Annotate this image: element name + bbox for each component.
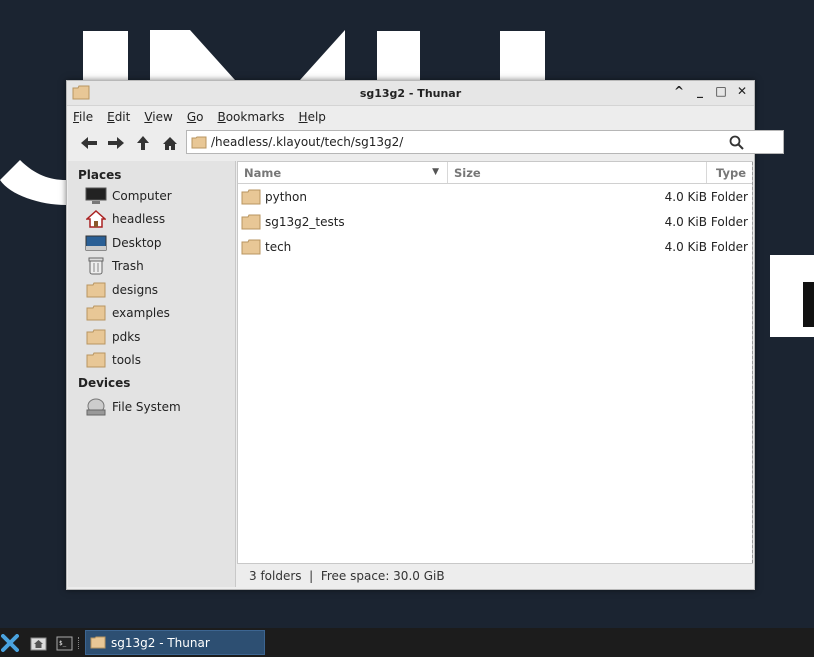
folder-icon — [241, 239, 261, 254]
search-icon — [729, 135, 744, 150]
file-type: Folder — [710, 214, 748, 229]
file-type: Folder — [710, 239, 748, 254]
file-size: 4.0 KiB — [664, 189, 707, 204]
file-row-python[interactable]: python 4.0 KiB Folder — [238, 184, 752, 209]
wallpaper-shape — [0, 150, 66, 205]
terminal-button[interactable]: $_ — [55, 633, 73, 653]
svg-text:$_: $_ — [59, 640, 67, 647]
home-icon — [85, 210, 107, 228]
location-bar[interactable]: /headless/.klayout/tech/sg13g2/ — [186, 130, 784, 154]
status-bar: 3 folders | Free space: 30.0 GiB — [237, 564, 753, 588]
file-name: python — [265, 189, 307, 204]
menu-bookmarks[interactable]: Bookmarks — [217, 110, 284, 124]
file-size: 4.0 KiB — [664, 214, 707, 229]
pane-edge — [752, 162, 753, 563]
taskbar-separator — [78, 637, 80, 649]
taskbar-window-label: sg13g2 - Thunar — [111, 635, 210, 650]
sidebar-item-headless[interactable]: headless — [68, 208, 235, 232]
sidebar-item-examples[interactable]: examples — [68, 302, 235, 326]
sort-down-icon: ▼ — [432, 167, 439, 177]
status-text: 3 folders | Free space: 30.0 GiB — [249, 569, 445, 583]
folder-icon — [191, 136, 207, 148]
shade-button[interactable]: ^ — [673, 84, 685, 98]
folder-icon — [72, 85, 90, 100]
folder-icon — [241, 189, 261, 204]
menu-go[interactable]: Go — [187, 110, 204, 124]
home-icon — [162, 136, 177, 150]
file-name: tech — [265, 239, 292, 254]
wallpaper-shape — [500, 31, 545, 83]
maximize-button[interactable]: □ — [715, 84, 727, 98]
taskbar: $_ sg13g2 - Thunar — [0, 628, 814, 657]
menu-help[interactable]: Help — [299, 110, 326, 124]
file-list: Name ▼ Size Type python 4.0 KiB Folder s… — [237, 161, 753, 564]
places-header: Places — [78, 168, 122, 182]
wallpaper-shape — [377, 31, 420, 83]
folder-icon — [90, 636, 106, 649]
window-title: sg13g2 - Thunar — [359, 86, 462, 100]
column-name[interactable]: Name ▼ — [238, 162, 448, 183]
menu-bar: File Edit View Go Bookmarks Help — [67, 106, 754, 128]
home-folder-icon — [30, 637, 46, 650]
column-header: Name ▼ Size Type — [238, 162, 752, 184]
sidebar: Places Computer headless Desktop Trash d… — [68, 161, 236, 587]
desktop-icon — [85, 234, 107, 252]
sidebar-item-file-system[interactable]: File System — [68, 395, 235, 419]
wallpaper-shape — [803, 282, 814, 327]
devices-header: Devices — [78, 376, 131, 390]
sidebar-item-designs[interactable]: designs — [68, 278, 235, 302]
toolbar: /headless/.klayout/tech/sg13g2/ — [67, 128, 784, 158]
xfce-menu-button[interactable] — [1, 633, 19, 653]
terminal-icon: $_ — [56, 636, 72, 650]
minimize-button[interactable]: _ — [694, 84, 706, 98]
menu-file[interactable]: File — [73, 110, 93, 124]
drive-icon — [85, 398, 107, 416]
sidebar-item-tools[interactable]: tools — [68, 349, 235, 373]
file-manager-window: sg13g2 - Thunar ^ _ □ ✕ File Edit View G… — [66, 80, 784, 590]
show-desktop-button[interactable] — [29, 633, 47, 653]
taskbar-window-button[interactable]: sg13g2 - Thunar — [85, 630, 265, 655]
back-button[interactable] — [75, 131, 102, 155]
column-type[interactable]: Type — [707, 162, 752, 183]
folder-icon — [85, 351, 107, 369]
file-type: Folder — [710, 189, 748, 204]
wallpaper-shape — [83, 31, 128, 83]
main-content: Places Computer headless Desktop Trash d… — [68, 161, 753, 587]
folder-icon — [241, 214, 261, 229]
sidebar-item-computer[interactable]: Computer — [68, 184, 235, 208]
up-arrow-icon — [136, 136, 149, 150]
folder-icon — [85, 328, 107, 346]
sidebar-item-pdks[interactable]: pdks — [68, 325, 235, 349]
file-size: 4.0 KiB — [664, 239, 707, 254]
back-arrow-icon — [80, 137, 97, 149]
file-name: sg13g2_tests — [265, 214, 345, 229]
up-button[interactable] — [129, 131, 156, 155]
close-button[interactable]: ✕ — [736, 84, 748, 98]
home-button[interactable] — [156, 131, 183, 155]
file-row-tech[interactable]: tech 4.0 KiB Folder — [238, 234, 752, 259]
search-button[interactable] — [724, 131, 748, 153]
trash-icon — [85, 257, 107, 275]
folder-icon — [85, 304, 107, 322]
forward-arrow-icon — [107, 137, 124, 149]
file-row-sg13g2-tests[interactable]: sg13g2_tests 4.0 KiB Folder — [238, 209, 752, 234]
sidebar-item-desktop[interactable]: Desktop — [68, 231, 235, 255]
menu-view[interactable]: View — [144, 110, 172, 124]
wallpaper-shape — [150, 30, 345, 80]
sidebar-item-trash[interactable]: Trash — [68, 255, 235, 279]
xfce-logo-icon — [1, 634, 19, 652]
column-size[interactable]: Size — [448, 162, 707, 183]
title-bar[interactable]: sg13g2 - Thunar ^ _ □ ✕ — [67, 81, 754, 106]
computer-icon — [85, 187, 107, 205]
folder-icon — [85, 281, 107, 299]
forward-button[interactable] — [102, 131, 129, 155]
location-path[interactable]: /headless/.klayout/tech/sg13g2/ — [211, 135, 403, 149]
menu-edit[interactable]: Edit — [107, 110, 130, 124]
